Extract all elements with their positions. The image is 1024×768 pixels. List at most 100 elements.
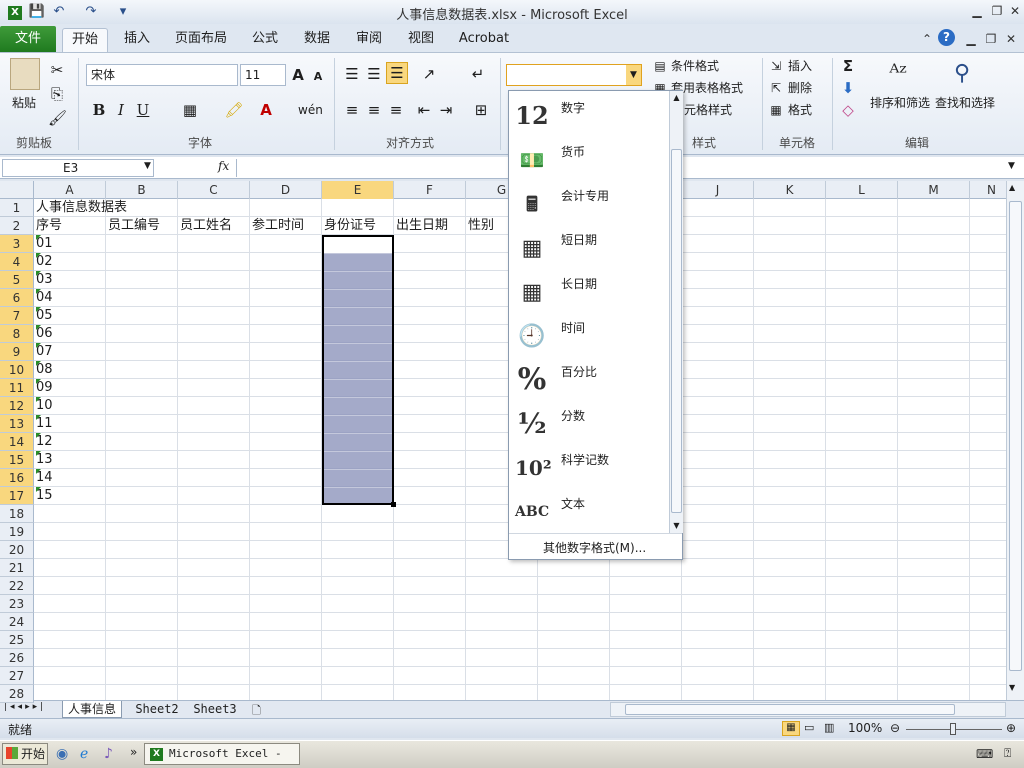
border-icon[interactable]: ▦ xyxy=(178,100,202,120)
number-format-combo[interactable] xyxy=(506,64,642,86)
clear-icon[interactable]: ◇ xyxy=(840,100,856,120)
row-header-3[interactable]: 3 xyxy=(0,235,34,253)
seq-cell[interactable]: 04 xyxy=(36,289,53,307)
row-header-1[interactable]: 1 xyxy=(0,199,34,217)
minimize-icon[interactable]: ▁ xyxy=(968,2,986,20)
vertical-scrollbar[interactable]: ▲ ▼ xyxy=(1006,181,1024,700)
tray-help-icon[interactable]: ⍰ xyxy=(1004,746,1011,761)
find-select-icon[interactable]: ⚲ xyxy=(946,58,978,90)
seq-cell[interactable]: 10 xyxy=(36,397,53,415)
format-option[interactable]: 🖩 会计专用 xyxy=(509,183,669,227)
sheet-title-cell[interactable]: 人事信息数据表 xyxy=(36,199,127,217)
underline-button[interactable]: U xyxy=(134,100,152,120)
dropdown-scrollbar[interactable]: ▲ ▼ xyxy=(669,91,683,533)
ie-icon[interactable]: ℯ xyxy=(80,746,88,762)
zoom-out-icon[interactable]: ⊖ xyxy=(890,721,900,735)
horizontal-scrollbar[interactable] xyxy=(610,702,1006,717)
row-header-27[interactable]: 27 xyxy=(0,667,34,685)
page-layout-view-icon[interactable]: ▭ xyxy=(804,721,820,734)
row-header-14[interactable]: 14 xyxy=(0,433,34,451)
header-cell[interactable]: 员工编号 xyxy=(108,217,160,235)
format-option[interactable]: ½ 分数 xyxy=(509,403,669,447)
vscroll-up-icon[interactable]: ▲ xyxy=(1009,183,1015,192)
tab-formulas[interactable]: 公式 xyxy=(242,28,288,52)
sheet-nav-icons[interactable]: |◂◂▸▸| xyxy=(4,702,46,712)
sheet-tab-2[interactable]: Sheet2 xyxy=(132,701,182,718)
row-header-11[interactable]: 11 xyxy=(0,379,34,397)
media-icon[interactable]: ♪ xyxy=(104,746,113,762)
seq-cell[interactable]: 08 xyxy=(36,361,53,379)
row-header-15[interactable]: 15 xyxy=(0,451,34,469)
scroll-up-icon[interactable]: ▲ xyxy=(670,91,683,105)
insert-function-icon[interactable]: fx xyxy=(218,159,229,173)
sort-filter-icon[interactable]: ᴬᶻ xyxy=(880,58,916,90)
format-option[interactable]: 12 数字 xyxy=(509,95,669,139)
selected-range[interactable] xyxy=(322,235,394,505)
grow-font-icon[interactable]: A xyxy=(288,65,308,85)
help-icon[interactable]: ? xyxy=(938,29,955,46)
increase-indent-icon[interactable]: ⇥ xyxy=(436,100,456,120)
conditional-format-icon[interactable]: ▤ xyxy=(652,56,668,76)
header-cell[interactable]: 身份证号 xyxy=(324,217,376,235)
hscroll-thumb[interactable] xyxy=(625,704,955,715)
delete-cells-button[interactable]: 删除 xyxy=(788,79,812,96)
tab-review[interactable]: 审阅 xyxy=(346,28,392,52)
paste-icon[interactable] xyxy=(10,58,40,90)
row-header-10[interactable]: 10 xyxy=(0,361,34,379)
active-cell[interactable] xyxy=(324,237,392,253)
format-option[interactable]: % 百分比 xyxy=(509,359,669,403)
ribbon-collapse-icon[interactable]: ⌃ xyxy=(918,30,936,48)
align-middle-icon[interactable]: ☰ xyxy=(364,64,384,84)
seq-cell[interactable]: 11 xyxy=(36,415,53,433)
expand-formula-icon[interactable]: ▼ xyxy=(1008,161,1015,171)
row-header-7[interactable]: 7 xyxy=(0,307,34,325)
column-header-l[interactable]: L xyxy=(826,181,898,199)
name-box[interactable]: E3 xyxy=(2,159,154,177)
header-cell[interactable]: 参工时间 xyxy=(252,217,304,235)
find-select-button[interactable]: 查找和选择 xyxy=(935,94,995,111)
tab-file[interactable]: 文件 xyxy=(0,26,56,52)
row-header-25[interactable]: 25 xyxy=(0,631,34,649)
column-header-b[interactable]: B xyxy=(106,181,178,199)
zoom-in-icon[interactable]: ⊕ xyxy=(1006,721,1016,735)
column-header-c[interactable]: C xyxy=(178,181,250,199)
doc-restore-icon[interactable]: ❐ xyxy=(982,30,1000,48)
scroll-thumb[interactable] xyxy=(671,149,682,513)
wrap-text-icon[interactable]: ↵ xyxy=(468,64,488,84)
number-format-dropdown-arrow[interactable]: ▼ xyxy=(626,65,641,85)
font-color-icon[interactable]: A xyxy=(254,100,278,120)
font-size-combo[interactable]: 11 xyxy=(240,64,286,86)
seq-cell[interactable]: 15 xyxy=(36,487,53,505)
column-header-a[interactable]: A xyxy=(34,181,106,199)
normal-view-icon[interactable]: ▦ xyxy=(782,721,800,736)
format-option[interactable]: ABC 文本 xyxy=(509,491,669,535)
close-icon[interactable]: ✕ xyxy=(1006,2,1024,20)
doc-minimize-icon[interactable]: ▁ xyxy=(962,30,980,48)
delete-cells-icon[interactable]: ⇱ xyxy=(768,78,784,98)
tab-data[interactable]: 数据 xyxy=(294,28,340,52)
format-cells-icon[interactable]: ▦ xyxy=(768,100,784,120)
seq-cell[interactable]: 05 xyxy=(36,307,53,325)
seq-cell[interactable]: 13 xyxy=(36,451,53,469)
select-all-corner[interactable] xyxy=(0,181,34,199)
align-right-icon[interactable]: ≡ xyxy=(386,100,406,120)
format-option[interactable]: ▦ 短日期 xyxy=(509,227,669,271)
quicklaunch-desktop-icon[interactable]: ◉ xyxy=(56,746,68,762)
align-center-icon[interactable]: ≡ xyxy=(364,100,384,120)
seq-cell[interactable]: 09 xyxy=(36,379,53,397)
insert-cells-button[interactable]: 插入 xyxy=(788,57,812,74)
row-header-12[interactable]: 12 xyxy=(0,397,34,415)
column-header-e[interactable]: E xyxy=(322,181,394,199)
vscroll-down-icon[interactable]: ▼ xyxy=(1009,683,1015,692)
row-header-22[interactable]: 22 xyxy=(0,577,34,595)
column-header-f[interactable]: F xyxy=(394,181,466,199)
row-header-9[interactable]: 9 xyxy=(0,343,34,361)
row-header-21[interactable]: 21 xyxy=(0,559,34,577)
row-header-17[interactable]: 17 xyxy=(0,487,34,505)
header-cell[interactable]: 性别 xyxy=(468,217,494,235)
zoom-level[interactable]: 100% xyxy=(848,721,882,735)
seq-cell[interactable]: 03 xyxy=(36,271,53,289)
sort-filter-button[interactable]: 排序和筛选 xyxy=(870,94,930,111)
seq-cell[interactable]: 14 xyxy=(36,469,53,487)
merge-center-icon[interactable]: ⊞ xyxy=(468,100,494,120)
